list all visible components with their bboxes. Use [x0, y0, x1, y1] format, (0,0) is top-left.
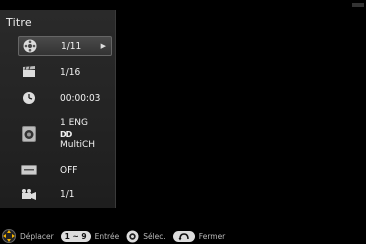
arrow-right-icon[interactable]: ▶ [101, 42, 106, 50]
speaker-icon [18, 126, 40, 142]
audio-row[interactable]: 1 ENG DD MultiCH [18, 114, 112, 154]
dpad-icon [2, 229, 16, 243]
panel-title: Titre [6, 16, 32, 29]
audio-language: 1 ENG [60, 117, 88, 128]
clock-icon [18, 91, 40, 105]
title-row[interactable]: 1/11 ▶ [18, 36, 112, 56]
select-label: Sélec. [143, 231, 166, 241]
move-label: Déplacer [20, 231, 54, 241]
select-button-icon [126, 230, 139, 243]
title-value: 1/11 [61, 40, 82, 52]
subtitle-icon [18, 165, 40, 175]
subtitle-value: OFF [60, 164, 78, 176]
info-panel: Titre 1/11 ▶ 1/16 00:00:03 1 ENG DD Mult… [0, 10, 116, 208]
enter-label: Entrée [94, 231, 120, 241]
disc-icon [19, 39, 41, 53]
chapter-row[interactable]: 1/16 [18, 62, 112, 82]
close-label: Fermer [198, 231, 226, 241]
audio-channels: MultiCH [60, 139, 96, 150]
footer-legend: Déplacer 1 ~ 9 Entrée Sélec. Fermer [2, 229, 232, 243]
top-right-indicator [352, 3, 364, 7]
camera-angle-icon [18, 188, 40, 200]
angle-value: 1/1 [60, 188, 75, 200]
subtitle-row[interactable]: OFF [18, 160, 112, 180]
number-range-chip: 1 ~ 9 [60, 230, 91, 242]
dolby-logo: DD [60, 129, 72, 139]
angle-row[interactable]: 1/1 [18, 184, 112, 204]
return-button-icon [172, 230, 195, 242]
time-row[interactable]: 00:00:03 [18, 88, 112, 108]
time-value: 00:00:03 [60, 92, 101, 104]
chapter-value: 1/16 [60, 66, 81, 78]
clapperboard-icon [18, 66, 40, 78]
